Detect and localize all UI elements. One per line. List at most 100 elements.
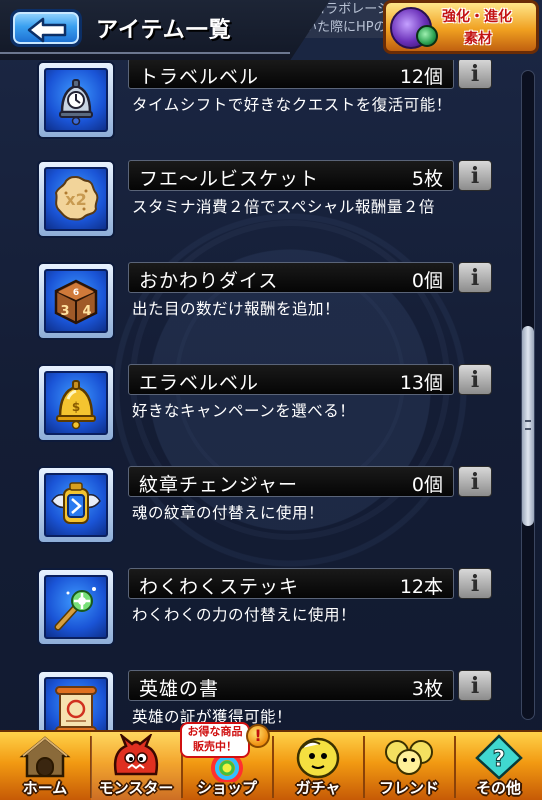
item-info-button[interactable]: i xyxy=(458,160,492,191)
list-item[interactable]: x2 フエ〜ルビスケット 5枚 i スタミナ消費２倍でスペシャル報酬量２倍 xyxy=(0,160,520,262)
item-description: 好きなキャンペーンを選べる！ xyxy=(132,402,356,420)
gacha-icon xyxy=(296,737,340,779)
item-icon-frame xyxy=(37,670,115,730)
other-icon: ? xyxy=(474,734,523,780)
item-count: 0個 xyxy=(411,270,443,292)
magic-wand-icon xyxy=(54,587,96,631)
nav-home-label: ホーム xyxy=(22,779,68,797)
item-count: 5枚 xyxy=(411,168,443,190)
item-name-bar: フエ〜ルビスケット 5枚 xyxy=(128,160,454,191)
list-item[interactable]: 英雄の書 3枚 i 英雄の証が獲得可能！ xyxy=(0,670,520,730)
alert-icon: ! xyxy=(246,724,270,748)
svg-text:$: $ xyxy=(72,400,80,414)
dice-icon: 6 3 4 xyxy=(54,279,98,325)
item-description: 出た目の数だけ報酬を追加！ xyxy=(132,300,341,318)
item-icon-frame: x2 xyxy=(37,160,115,238)
item-name: 英雄の書 xyxy=(139,678,220,700)
scrollbar-grip-icon xyxy=(525,420,531,430)
evolution-label: 強化・進化 xyxy=(442,9,512,25)
item-name: エラベルベル xyxy=(139,372,260,394)
page-title: アイテム一覧 xyxy=(96,18,232,43)
item-info-button[interactable]: i xyxy=(458,670,492,701)
nav-other[interactable]: ? その他 xyxy=(455,732,542,800)
item-name: わくわくステッキ xyxy=(139,576,300,598)
info-icon: i xyxy=(470,570,480,597)
list-item[interactable]: 紋章チェンジャー 0個 i 魂の紋章の付替えに使用！ xyxy=(0,466,520,568)
item-info-button[interactable]: i xyxy=(458,466,492,497)
scrollbar-track[interactable] xyxy=(521,70,535,720)
back-button[interactable] xyxy=(10,9,82,47)
nav-other-label: その他 xyxy=(475,779,521,797)
item-count: 0個 xyxy=(411,474,443,496)
item-name: おかわりダイス xyxy=(139,270,279,292)
svg-text:6: 6 xyxy=(73,288,79,298)
evolution-material-button[interactable]: 強化・進化 素材 xyxy=(383,0,539,54)
item-name-bar: トラベルベル 12個 xyxy=(128,60,454,89)
item-name: 紋章チェンジャー xyxy=(139,474,299,496)
svg-text:?: ? xyxy=(492,747,505,772)
item-icon-frame xyxy=(37,568,115,646)
info-icon: i xyxy=(470,264,480,291)
nav-shop-label: ショップ xyxy=(196,779,257,797)
shop-sale-badge: お得な商品 販売中！ xyxy=(180,722,250,758)
item-name-bar: エラベルベル 13個 xyxy=(128,364,454,395)
bell-clock-icon xyxy=(59,79,93,126)
biscuit-icon: x2 xyxy=(54,175,99,221)
item-name: トラベルベル xyxy=(139,66,260,88)
info-icon: i xyxy=(470,366,480,393)
item-count: 13個 xyxy=(399,372,443,394)
item-description: スタミナ消費２倍でスペシャル報酬量２倍 xyxy=(132,198,435,216)
info-icon: i xyxy=(470,672,480,699)
item-info-button[interactable]: i xyxy=(458,60,492,89)
item-count: 3枚 xyxy=(411,678,443,700)
item-name-bar: 紋章チェンジャー 0個 xyxy=(128,466,454,497)
item-icon-frame xyxy=(37,61,115,139)
evolution-orb-small-icon xyxy=(416,25,438,47)
nav-gacha-label: ガチャ xyxy=(295,779,341,797)
item-description: タイムシフトで好きなクエストを復活可能！ xyxy=(132,96,452,114)
shop-badge-line1: お得な商品 xyxy=(187,725,243,738)
item-name: フエ〜ルビスケット xyxy=(139,168,320,190)
friend-icon xyxy=(385,740,433,775)
home-icon xyxy=(19,736,71,778)
nav-gacha[interactable]: ガチャ xyxy=(273,732,363,800)
svg-text:x2: x2 xyxy=(65,190,86,209)
item-description: 魂の紋章の付替えに使用！ xyxy=(132,504,325,522)
nav-monster-label: モンスター xyxy=(98,779,174,797)
item-icon-frame xyxy=(37,466,115,544)
nav-home[interactable]: ホーム xyxy=(0,732,90,800)
bottom-navigation: ホーム モンスター ショップ ガチャ フレンド ? その他 xyxy=(0,730,542,800)
scrollbar-thumb[interactable] xyxy=(522,326,534,526)
item-info-button[interactable]: i xyxy=(458,568,492,599)
emblem-changer-icon xyxy=(51,482,101,524)
item-count: 12本 xyxy=(399,576,443,598)
item-name-bar: おかわりダイス 0個 xyxy=(128,262,454,293)
evolution-label-material: 素材 xyxy=(464,31,492,47)
item-name-bar: わくわくステッキ 12本 xyxy=(128,568,454,599)
nav-friend-label: フレンド xyxy=(378,779,439,797)
item-count: 12個 xyxy=(399,66,443,88)
list-item[interactable]: 6 3 4 おかわりダイス 0個 i 出た目の数だけ報酬を追加！ xyxy=(0,262,520,364)
list-item[interactable]: トラベルベル 12個 i タイムシフトで好きなクエストを復活可能！ xyxy=(0,60,520,160)
nav-monster[interactable]: モンスター xyxy=(91,732,181,800)
gold-bell-icon: $ xyxy=(56,380,96,430)
item-icon-frame: 6 3 4 xyxy=(37,262,115,340)
item-name-bar: 英雄の書 3枚 xyxy=(128,670,454,701)
monster-icon xyxy=(113,734,159,776)
back-arrow-icon xyxy=(27,17,67,43)
item-description: わくわくの力の付替えに使用！ xyxy=(132,606,357,624)
item-list[interactable]: トラベルベル 12個 i タイムシフトで好きなクエストを復活可能！ x2 フエ〜… xyxy=(0,60,520,730)
shop-badge-line2: 販売中！ xyxy=(193,740,237,753)
nav-friend[interactable]: フレンド xyxy=(364,732,454,800)
info-icon: i xyxy=(470,60,480,87)
svg-text:3: 3 xyxy=(60,304,69,319)
scroll-icon xyxy=(55,686,97,730)
info-icon: i xyxy=(470,468,480,495)
item-icon-frame: $ xyxy=(37,364,115,442)
item-info-button[interactable]: i xyxy=(458,364,492,395)
svg-text:4: 4 xyxy=(82,304,91,319)
item-info-button[interactable]: i xyxy=(458,262,492,293)
list-item[interactable]: わくわくステッキ 12本 i わくわくの力の付替えに使用！ xyxy=(0,568,520,670)
list-item[interactable]: $ エラベルベル 13個 i 好きなキャンペーンを選べる！ xyxy=(0,364,520,466)
info-icon: i xyxy=(470,162,480,189)
